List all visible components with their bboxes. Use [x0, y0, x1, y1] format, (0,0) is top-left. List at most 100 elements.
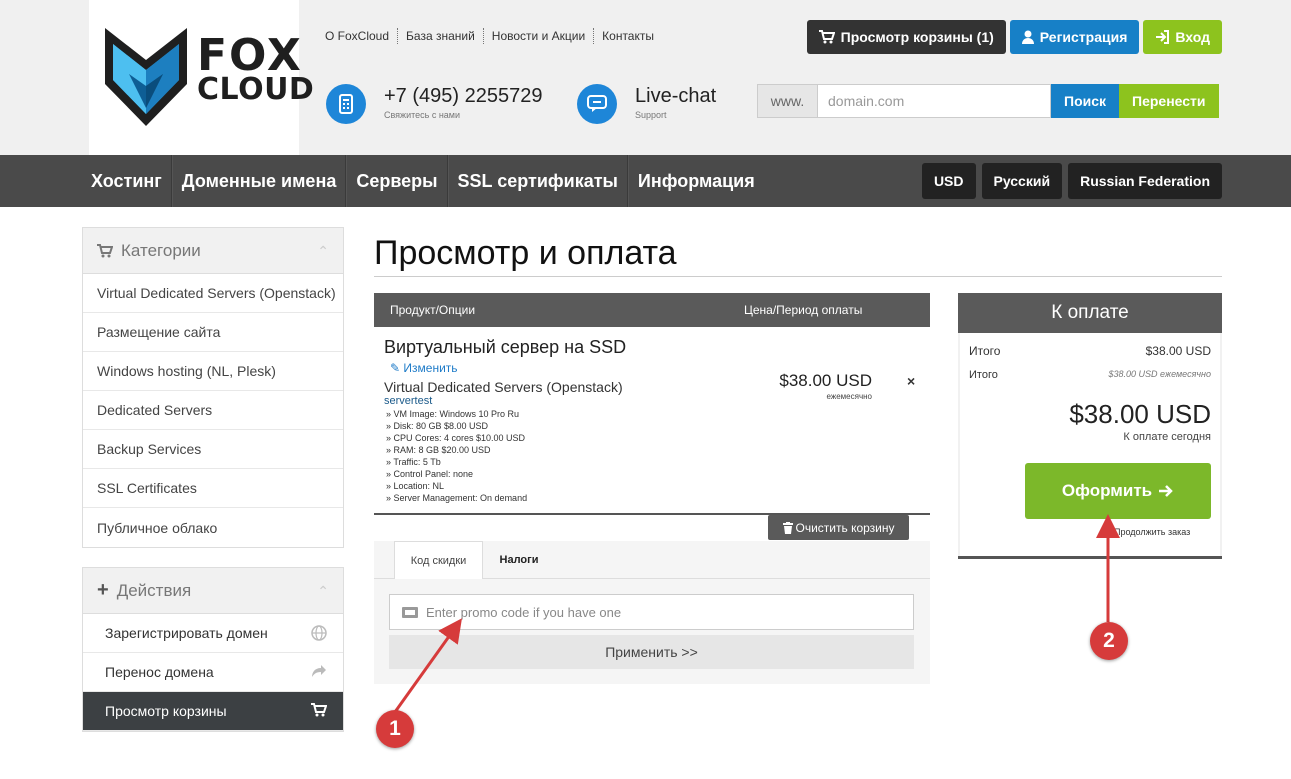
currency-selector[interactable]: USD: [921, 163, 976, 199]
page-title: Просмотр и оплата: [374, 234, 677, 272]
chevron-up-icon[interactable]: ⌃: [317, 243, 329, 260]
pencil-icon: ✎: [390, 361, 401, 375]
action-label: Зарегистрировать домен: [105, 625, 268, 641]
recurring-label: Итого: [969, 369, 998, 381]
nav-information[interactable]: Информация: [627, 155, 764, 207]
actions-title: Действия: [116, 580, 192, 600]
product-option: » Disk: 80 GB $8.00 USD: [386, 421, 489, 431]
domain-prefix: www.: [757, 84, 817, 118]
domain-input[interactable]: domain.com: [817, 84, 1051, 118]
action-label: Перенос домена: [105, 664, 214, 680]
product-option: » Traffic: 5 Tb: [386, 457, 441, 467]
cart-item: Виртуальный сервер на SSD ✎ Изменить Vir…: [374, 327, 930, 515]
category-item[interactable]: Размещение сайта: [83, 313, 343, 352]
checkout-button[interactable]: Оформить: [1025, 463, 1211, 519]
action-view-cart[interactable]: Просмотр корзины: [83, 692, 343, 731]
promo-code-input[interactable]: Enter promo code if you have one: [389, 594, 914, 630]
cart-icon: [818, 30, 835, 44]
remove-item-icon[interactable]: ×: [907, 373, 915, 389]
top-link-contacts[interactable]: Контакты: [594, 28, 662, 44]
category-item[interactable]: Windows hosting (NL, Plesk): [83, 352, 343, 391]
cart-icon: [311, 703, 327, 717]
user-icon: [1021, 30, 1034, 44]
actions-header[interactable]: + Действия ⌃: [83, 568, 343, 614]
action-register-domain[interactable]: Зарегистрировать домен: [83, 614, 343, 653]
domain-transfer-button[interactable]: Перенести: [1119, 84, 1219, 118]
nav-hosting[interactable]: Хостинг: [82, 155, 172, 207]
cart-col-price: Цена/Период оплаты: [744, 303, 863, 317]
apply-promo-button[interactable]: Применить >>: [389, 635, 914, 669]
header: FOX CLOUD О FoxCloud База знаний Новости…: [0, 0, 1291, 155]
cart-table: Продукт/Опции Цена/Период оплаты Виртуал…: [374, 293, 930, 515]
order-summary: К оплате Итого $38.00 USD Итого $38.00 U…: [958, 293, 1222, 559]
fox-logo-icon: [105, 28, 187, 126]
logo[interactable]: FOX CLOUD: [89, 0, 314, 155]
product-name: Виртуальный сервер на SSD: [384, 337, 627, 357]
nav-domains[interactable]: Доменные имена: [171, 155, 347, 207]
product-options: » VM Image: Windows 10 Pro Ru » Disk: 80…: [386, 408, 527, 504]
ticket-icon: [402, 606, 418, 618]
category-item[interactable]: SSL Certificates: [83, 469, 343, 508]
phone-number: +7 (495) 2255729: [384, 85, 543, 107]
view-cart-button[interactable]: Просмотр корзины (1): [806, 20, 1006, 54]
action-label: Просмотр корзины: [105, 703, 227, 719]
actions-panel: + Действия ⌃ Зарегистрировать домен Пере…: [82, 567, 344, 732]
clear-cart-button[interactable]: Очистить корзину: [768, 515, 909, 540]
live-chat-label: Live-chat: [635, 85, 717, 107]
top-links: О FoxCloud База знаний Новости и Акции К…: [325, 28, 662, 44]
logo-line2: CLOUD: [197, 72, 315, 107]
phone-contact[interactable]: +7 (495) 2255729 Свяжитесь с нами: [326, 84, 542, 124]
continue-shopping-link[interactable]: Продолжить заказ: [1114, 527, 1190, 537]
top-link-about[interactable]: О FoxCloud: [325, 28, 399, 44]
tab-taxes[interactable]: Налоги: [490, 541, 548, 579]
due-today-label: К оплате сегодня: [1123, 431, 1211, 443]
summary-body: Итого $38.00 USD Итого $38.00 USD ежемес…: [960, 333, 1220, 556]
product-option: » VM Image: Windows 10 Pro Ru: [386, 409, 520, 419]
domain-search-button[interactable]: Поиск: [1051, 84, 1120, 118]
register-button[interactable]: Регистрация: [1009, 20, 1140, 54]
tab-promo-code[interactable]: Код скидки: [394, 541, 483, 579]
top-link-knowledgebase[interactable]: База знаний: [398, 28, 484, 44]
product-option: » Location: NL: [386, 481, 445, 491]
promo-placeholder: Enter promo code if you have one: [426, 604, 622, 620]
checkout-label: Оформить: [1061, 481, 1153, 500]
chevron-up-icon[interactable]: ⌃: [317, 583, 329, 600]
recurring-value: $38.00 USD ежемесячно: [1108, 369, 1211, 379]
category-item[interactable]: Публичное облако: [83, 508, 343, 547]
action-transfer-domain[interactable]: Перенос домена: [83, 653, 343, 692]
cart-col-product: Продукт/Опции: [390, 303, 476, 317]
product-option: » RAM: 8 GB $20.00 USD: [386, 445, 491, 455]
recurring-row: Итого $38.00 USD ежемесячно: [969, 369, 1211, 381]
domain-search-form: www. domain.com Поиск Перенести: [757, 84, 1219, 118]
phone-subtitle: Свяжитесь с нами: [384, 110, 461, 120]
trash-icon: [782, 521, 793, 534]
cart-icon: [97, 243, 113, 257]
promo-tabs: Код скидки Налоги Enter promo code if yo…: [374, 541, 930, 684]
nav-ssl[interactable]: SSL сертификаты: [447, 155, 628, 207]
arrow-right-icon: [1159, 485, 1173, 497]
nav-servers[interactable]: Серверы: [346, 155, 448, 207]
product-option: » Server Management: On demand: [386, 493, 528, 503]
title-divider: [374, 276, 1222, 277]
live-chat-contact[interactable]: Live-chat Support: [577, 84, 716, 124]
categories-header[interactable]: Категории ⌃: [83, 228, 343, 274]
top-link-news[interactable]: Новости и Акции: [484, 28, 595, 44]
product-price: $38.00 USD: [779, 371, 872, 390]
edit-product-link[interactable]: ✎ Изменить: [390, 361, 458, 375]
login-button[interactable]: Вход: [1143, 20, 1222, 54]
category-item[interactable]: Backup Services: [83, 430, 343, 469]
product-hostname: servertest: [384, 395, 433, 407]
category-item[interactable]: Virtual Dedicated Servers (Openstack): [83, 274, 343, 313]
sign-in-icon: [1156, 30, 1170, 44]
total-due: $38.00 USD: [1069, 399, 1211, 429]
login-label: Вход: [1175, 29, 1210, 45]
product-period: ежемесячно: [826, 392, 872, 401]
edit-label: Изменить: [403, 361, 458, 375]
category-item[interactable]: Dedicated Servers: [83, 391, 343, 430]
clear-cart-label: Очистить корзину: [795, 520, 895, 535]
plus-icon: +: [97, 579, 109, 601]
language-selector[interactable]: Русский: [981, 163, 1063, 199]
subtotal-row: Итого $38.00 USD: [969, 344, 1211, 358]
chat-bubble-icon: [577, 84, 617, 124]
country-selector[interactable]: Russian Federation: [1068, 163, 1222, 199]
